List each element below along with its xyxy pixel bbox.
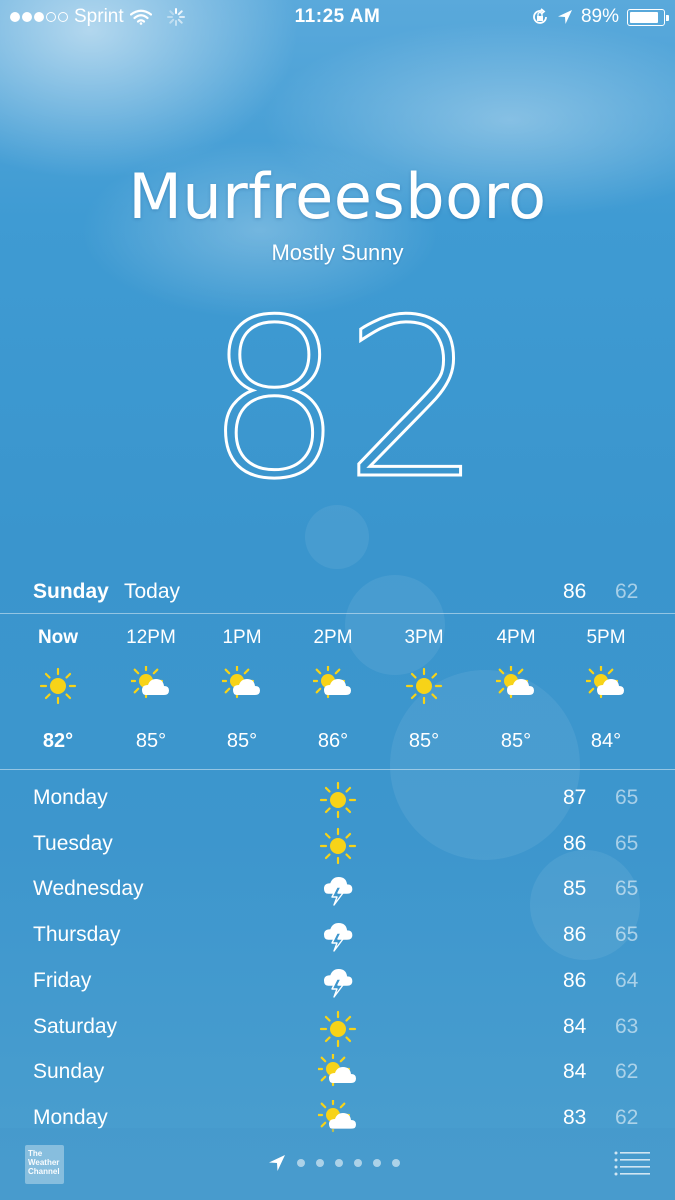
daily-low: 62 [615, 1060, 639, 1084]
hourly-time: 3PM [404, 627, 444, 648]
rotation-lock-icon [533, 8, 547, 24]
daily-low: 65 [615, 786, 639, 809]
hourly-time: 5PM [586, 627, 626, 648]
hourly-temp: 85° [135, 730, 167, 752]
sun-icon [318, 826, 358, 866]
daily-high: 83 [563, 1105, 587, 1129]
hourly-temp: 86° [317, 730, 349, 752]
hourly-time: 4PM [496, 627, 536, 648]
daily-row: Sunday 84 62 [0, 1050, 675, 1096]
daily-high: 86 [563, 831, 587, 855]
city-name: Murfreesboro [128, 160, 547, 233]
daily-row: Friday 86 64 [0, 959, 675, 1005]
hourly-temp: 85° [500, 730, 532, 752]
today-day: Sunday [33, 580, 109, 603]
hourly-time: 2PM [313, 627, 353, 648]
daily-low: 64 [615, 968, 639, 992]
daily-row: Saturday 84 63 [0, 1005, 675, 1051]
daily-low: 62 [615, 1105, 639, 1129]
sun-icon [318, 780, 358, 820]
daily-row: Tuesday 86 65 [0, 822, 675, 868]
location-arrow-icon [557, 10, 572, 24]
today-label: Today [124, 580, 181, 603]
hourly-temp: 85° [226, 730, 258, 752]
daily-day: Tuesday [33, 831, 113, 855]
thunderstorm-icon [318, 917, 358, 957]
page-dot[interactable] [392, 1159, 400, 1167]
svg-text:82°: 82° [205, 300, 505, 490]
current-temperature: 82° [204, 273, 593, 529]
divider [0, 769, 675, 770]
current-condition: Mostly Sunny [271, 240, 404, 265]
daily-row: Thursday 86 65 [0, 913, 675, 959]
hourly-time: 12PM [126, 627, 176, 648]
partly-cloudy-icon [128, 663, 171, 706]
daily-day: Saturday [33, 1014, 118, 1038]
partly-cloudy-icon [583, 663, 626, 706]
thunderstorm-icon [318, 963, 358, 1003]
page-dot[interactable] [354, 1159, 362, 1167]
bottom-toolbar: The Weather Channel [0, 1128, 675, 1200]
today-low: 62 [615, 580, 639, 603]
partly-cloudy-icon [315, 1052, 358, 1094]
daily-day: Sunday [33, 1060, 105, 1084]
partly-cloudy-icon [493, 663, 536, 706]
lens-flare [305, 505, 369, 569]
daily-low: 65 [615, 877, 639, 901]
page-dot[interactable] [335, 1159, 343, 1167]
daily-high: 84 [563, 1014, 587, 1038]
weather-screen: Sprint 11:25 AM 89% Murfreesboro Mostly … [0, 0, 675, 1200]
status-right: 89% [531, 6, 669, 28]
hourly-forecast[interactable]: Now 82° 12PM 85° 1PM 85° 2PM 86° 3PM 85° 4PM 85° 5PM… [0, 614, 675, 768]
daily-high: 84 [563, 1060, 587, 1084]
daily-high: 85 [563, 877, 587, 901]
daily-row: Monday 87 65 [0, 776, 675, 822]
today-summary: Sunday Today 86 62 [0, 572, 675, 612]
sun-icon [38, 666, 78, 706]
daily-day: Friday [33, 968, 92, 992]
sun-icon [318, 1009, 358, 1049]
current-location-icon [269, 1155, 285, 1171]
hourly-temp: 82° [42, 730, 74, 752]
partly-cloudy-icon [310, 663, 353, 706]
today-high: 86 [563, 580, 587, 603]
daily-row: Wednesday 85 65 [0, 867, 675, 913]
weather-channel-logo[interactable]: The Weather Channel [25, 1145, 64, 1184]
daily-low: 63 [615, 1014, 639, 1038]
daily-day: Wednesday [33, 877, 144, 901]
partly-cloudy-icon [219, 663, 262, 706]
battery-icon [627, 8, 669, 26]
daily-high: 87 [563, 786, 587, 809]
hourly-temp: 85° [408, 730, 440, 752]
page-dot[interactable] [373, 1159, 381, 1167]
daily-day: Monday [33, 786, 108, 809]
battery-percent: 89% [580, 6, 619, 27]
daily-day: Monday [33, 1105, 108, 1129]
status-bar: Sprint 11:25 AM 89% [0, 0, 675, 36]
hourly-time: 1PM [222, 627, 262, 648]
sun-icon [404, 666, 444, 706]
hourly-time: Now [37, 627, 79, 648]
page-dot[interactable] [297, 1159, 305, 1167]
daily-high: 86 [563, 923, 587, 947]
page-indicator[interactable] [268, 1154, 400, 1172]
page-dot[interactable] [316, 1159, 324, 1167]
daily-day: Thursday [33, 923, 121, 947]
city-list-icon[interactable] [614, 1150, 650, 1178]
daily-low: 65 [615, 923, 639, 947]
daily-high: 86 [563, 968, 587, 992]
daily-low: 65 [615, 831, 639, 855]
thunderstorm-icon [318, 871, 358, 911]
hourly-temp: 84° [590, 730, 622, 752]
